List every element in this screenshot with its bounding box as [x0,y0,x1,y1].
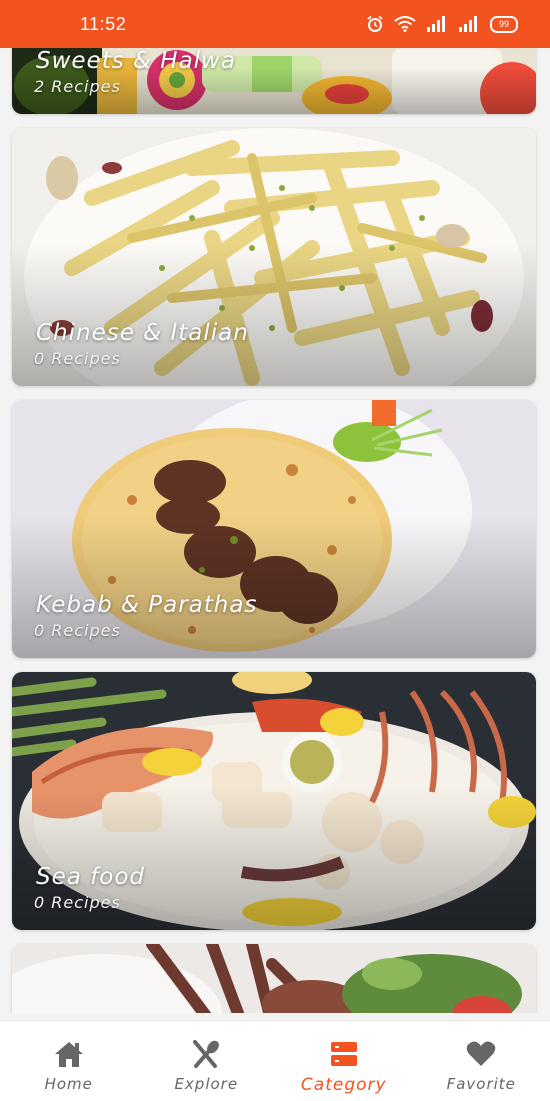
category-card[interactable]: Chinese & Italian 0 Recipes [12,128,536,386]
bottom-navigation: Home Explore Category Favorite [0,1020,550,1101]
category-card[interactable]: Sweets & Halwa 2 Recipes [12,48,536,114]
category-title: Kebab & Parathas [36,592,257,618]
battery-icon: 99 [490,16,518,33]
alarm-icon [366,15,384,33]
recipe-count: 0 Recipes [34,621,121,640]
heart-icon [465,1039,497,1069]
nav-item-category[interactable]: Category [275,1021,413,1101]
status-icons: 99 [366,15,518,33]
nav-item-favorite[interactable]: Favorite [413,1021,550,1101]
nav-label: Category [301,1075,387,1095]
signal-icon [426,16,448,32]
nav-label: Explore [174,1075,238,1093]
home-icon [53,1039,85,1069]
nav-label: Favorite [447,1075,516,1093]
category-icon [328,1039,360,1069]
nav-label: Home [45,1075,93,1093]
category-card[interactable] [12,944,536,1013]
status-time: 11:52 [80,14,126,35]
recipe-count: 2 Recipes [34,77,121,96]
signal-icon [458,16,480,32]
category-list[interactable]: Sweets & Halwa 2 Recipes [0,48,550,1013]
category-card[interactable]: Sea food 0 Recipes [12,672,536,930]
recipe-count: 0 Recipes [34,349,121,368]
wifi-icon [394,16,416,32]
status-bar: 11:52 99 [0,0,550,48]
nav-item-explore[interactable]: Explore [138,1021,276,1101]
category-title: Sweets & Halwa [36,48,236,74]
category-card[interactable]: Kebab & Parathas 0 Recipes [12,400,536,658]
category-image [12,944,536,1013]
recipe-count: 0 Recipes [34,893,121,912]
nav-item-home[interactable]: Home [0,1021,138,1101]
fork-spoon-icon [190,1039,222,1069]
category-title: Sea food [36,864,145,890]
category-title: Chinese & Italian [36,320,249,346]
